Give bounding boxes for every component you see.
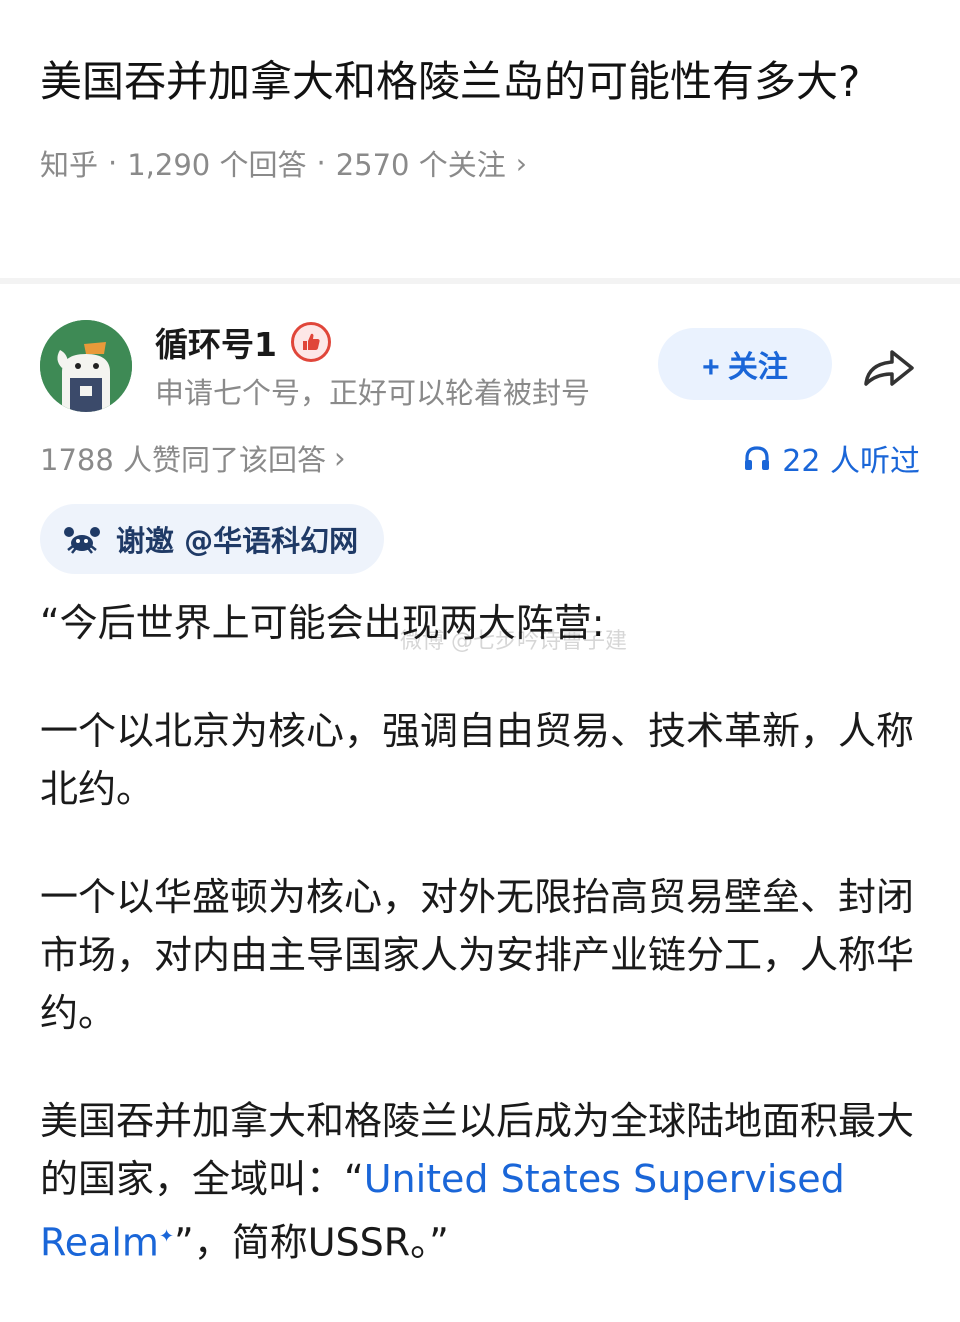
headphones-icon: [745, 446, 770, 470]
meta-dot: ·: [316, 146, 326, 180]
chevron-right-icon: ›: [334, 441, 346, 475]
answer-text: ”，简称USSR。”: [174, 1220, 449, 1265]
answer-paragraph: 一个以华盛顿为核心，对外无限抬高贸易壁垒、封闭市场，对内由主导国家人为安排产业链…: [40, 875, 915, 1035]
weibo-watermark: 微博 @七步吟诗曹子建: [400, 629, 627, 654]
likes-row[interactable]: 1788 人赞同了该回答 ›: [40, 437, 346, 479]
question-title[interactable]: 美国吞并加拿大和格陵兰岛的可能性有多大?: [40, 50, 920, 114]
question-meta[interactable]: 知乎 · 1,290 个回答 · 2570 个关注 ›: [40, 142, 920, 184]
link-marker-icon: ✦: [158, 1226, 175, 1247]
avatar-illustration-icon: [40, 320, 132, 412]
invite-label: 谢邀 @华语科幻网: [116, 524, 359, 558]
question-source: 知乎: [40, 148, 99, 182]
answer-stats: 1788 人赞同了该回答 › 22 人听过: [40, 436, 920, 480]
meta-dot: ·: [108, 146, 118, 180]
thumbs-up-badge-icon: [290, 322, 331, 362]
answer-paragraph: 一个以北京为核心，强调自由贸易、技术革新，人称北约。: [40, 709, 915, 811]
question-header: 美国吞并加拿大和格陵兰岛的可能性有多大? 知乎 · 1,290 个回答 · 25…: [40, 50, 920, 184]
answer-paragraph: 美国吞并加拿大和格陵兰以后成为全球陆地面积最大的国家，全域叫：“United S…: [40, 1092, 920, 1272]
crab-icon: [64, 527, 100, 554]
author-row: 循环号1 申请七个号，正好可以轮着被封号 + 关注: [40, 318, 930, 418]
follow-label: + 关注: [702, 351, 788, 384]
followers-count: 2570 个关注: [335, 148, 506, 182]
invite-chip[interactable]: 谢邀 @华语科幻网: [40, 504, 385, 574]
author-name-row: 循环号1: [155, 318, 331, 366]
avatar[interactable]: [40, 320, 132, 412]
author-bio: 申请七个号，正好可以轮着被封号: [155, 376, 591, 410]
follow-button[interactable]: + 关注: [658, 328, 832, 400]
author-name[interactable]: 循环号1: [155, 318, 277, 366]
likes-count: 1788 人赞同了该回答: [40, 443, 327, 477]
listened-row[interactable]: 22 人听过: [742, 436, 920, 480]
chevron-right-icon: ›: [515, 146, 527, 180]
section-divider: [0, 278, 960, 284]
share-arrow-icon[interactable]: [858, 342, 918, 392]
answers-count: 1,290 个回答: [127, 148, 307, 182]
listened-count: 22 人听过: [782, 444, 920, 479]
answer-body: “今后世界上可能会出现两大阵营: 一个以北京为核心，强调自由贸易、技术革新，人称…: [40, 594, 920, 1322]
